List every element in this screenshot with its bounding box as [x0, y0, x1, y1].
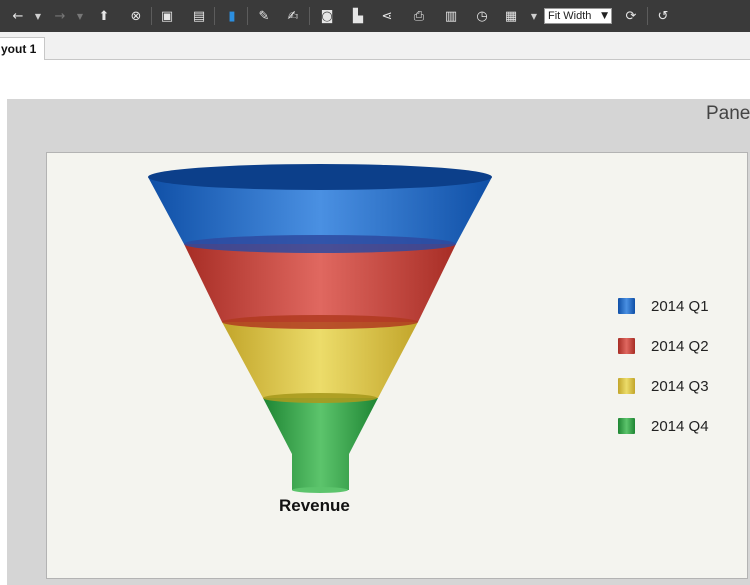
funnel-segment-q1-top [148, 164, 492, 190]
legend-item-q4[interactable]: 2014 Q4 [618, 417, 709, 435]
legend-label: 2014 Q4 [651, 417, 709, 435]
legend-swatch [618, 338, 635, 354]
funnel-neck-bottom [292, 487, 348, 493]
funnel-segment-q2-top [184, 235, 456, 253]
legend-label: 2014 Q2 [651, 337, 709, 355]
legend-item-q2[interactable]: 2014 Q2 [618, 337, 709, 355]
funnel-segment-q2[interactable] [184, 244, 456, 322]
funnel-label: Revenue [279, 496, 350, 515]
legend-swatch [618, 418, 635, 434]
legend-item-q3[interactable]: 2014 Q3 [618, 377, 709, 395]
legend-label: 2014 Q1 [651, 297, 709, 315]
funnel-segment-q4[interactable] [263, 398, 378, 490]
legend-swatch [618, 298, 635, 314]
legend-label: 2014 Q3 [651, 377, 709, 395]
funnel-chart [148, 164, 492, 493]
funnel-segment-q3-top [222, 315, 418, 329]
legend-item-q1[interactable]: 2014 Q1 [618, 297, 709, 315]
funnel-segment-q3[interactable] [222, 322, 418, 398]
legend-swatch [618, 378, 635, 394]
funnel-segment-q4-top [263, 393, 377, 403]
